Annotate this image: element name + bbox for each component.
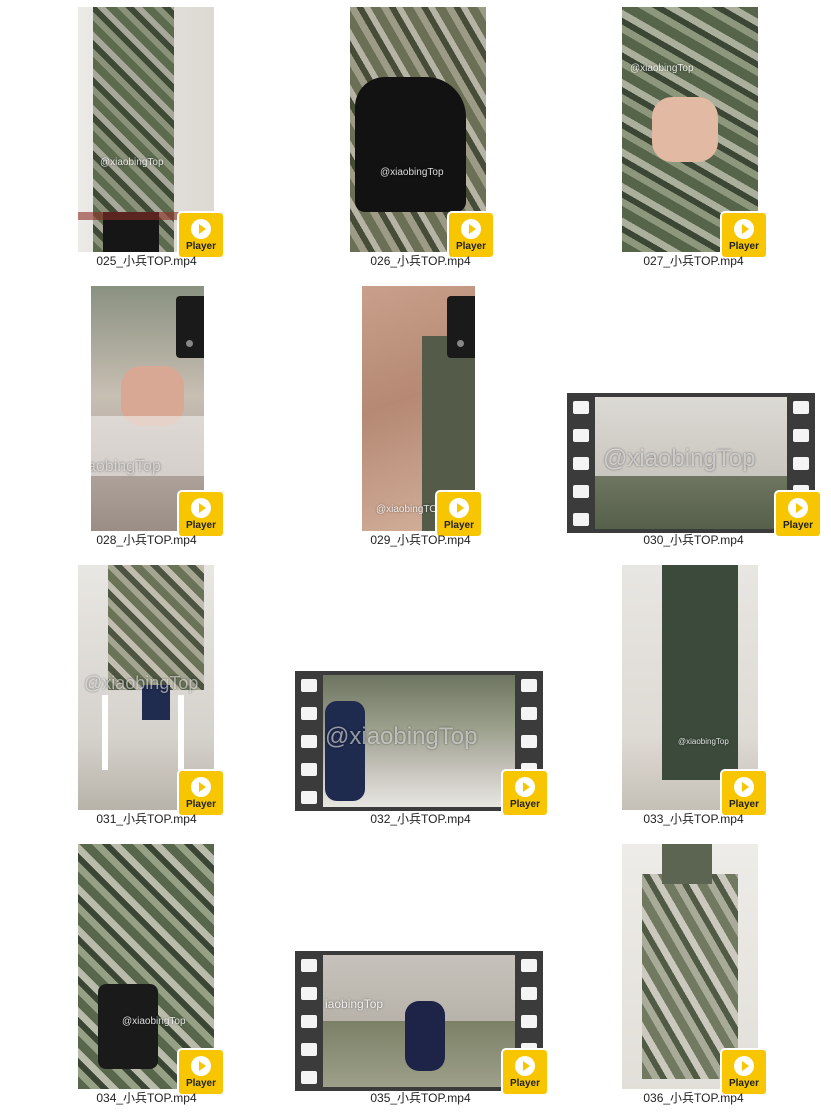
watermark: aobingTop	[91, 458, 161, 475]
file-name[interactable]: 027_小兵TOP.mp4	[556, 252, 831, 269]
watermark: @xiaobingTop	[678, 737, 729, 746]
filmstrip-holes	[567, 393, 595, 533]
file-name[interactable]: 026_小兵TOP.mp4	[283, 252, 558, 269]
player-badge: Player	[179, 213, 223, 257]
play-icon	[191, 1055, 211, 1076]
file-name[interactable]: 034_小兵TOP.mp4	[9, 1089, 284, 1106]
file-tile[interactable]: @xiaobingTop Player 026_小兵TOP.mp4	[283, 0, 558, 279]
play-icon	[461, 218, 481, 239]
file-name[interactable]: 028_小兵TOP.mp4	[9, 531, 284, 548]
file-name[interactable]: 030_小兵TOP.mp4	[556, 531, 831, 548]
file-name[interactable]: 036_小兵TOP.mp4	[556, 1089, 831, 1106]
file-tile[interactable]: @xiaobingTop Player 031_小兵TOP.mp4	[9, 558, 284, 837]
file-tile[interactable]: @xiaobingTop Player 033_小兵TOP.mp4	[556, 558, 831, 837]
file-tile[interactable]: @xiaobingTop Player 030_小兵TOP.mp4	[556, 279, 831, 558]
file-tile[interactable]: @xiaobingTop Player 025_小兵TOP.mp4	[9, 0, 284, 279]
watermark: @xiaobingTop	[84, 673, 199, 693]
player-badge: Player	[179, 771, 223, 815]
player-badge: Player	[503, 1050, 547, 1094]
file-tile[interactable]: @xiaobingTop Player 027_小兵TOP.mp4	[556, 0, 831, 279]
filmstrip-holes	[295, 671, 323, 811]
player-badge: Player	[179, 492, 223, 536]
player-badge: Player	[722, 771, 766, 815]
file-name[interactable]: 031_小兵TOP.mp4	[9, 810, 284, 827]
file-tile[interactable]: @xiaobingTop Player 032_小兵TOP.mp4	[283, 558, 558, 837]
phone-overlay	[447, 296, 475, 358]
play-icon	[734, 776, 754, 797]
play-icon	[515, 1055, 535, 1076]
play-icon	[515, 776, 535, 797]
play-icon	[788, 497, 808, 518]
file-tile[interactable]: @xiaobingTop Player 034_小兵TOP.mp4	[9, 837, 284, 1116]
play-icon	[734, 1055, 754, 1076]
play-icon	[191, 218, 211, 239]
player-badge: Player	[503, 771, 547, 815]
player-badge: Player	[722, 1050, 766, 1094]
watermark: @xiaobingTop	[325, 723, 478, 750]
player-badge: Player	[437, 492, 481, 536]
watermark: @xiaobingTop	[100, 157, 164, 168]
file-tile[interactable]: iaobingTop Player 035_小兵TOP.mp4	[283, 837, 558, 1116]
file-name[interactable]: 032_小兵TOP.mp4	[283, 810, 558, 827]
player-badge: Player	[776, 492, 820, 536]
watermark: @xiaobingTop	[630, 63, 694, 74]
file-tile[interactable]: Player 036_小兵TOP.mp4	[556, 837, 831, 1116]
watermark: @xiaobingTop	[380, 167, 444, 178]
file-name[interactable]: 033_小兵TOP.mp4	[556, 810, 831, 827]
play-icon	[191, 497, 211, 518]
watermark: @xiaobingTOP	[376, 504, 444, 515]
player-badge: Player	[722, 213, 766, 257]
play-icon	[449, 497, 469, 518]
file-name[interactable]: 029_小兵TOP.mp4	[283, 531, 558, 548]
watermark: iaobingTop	[325, 997, 384, 1011]
file-name[interactable]: 025_小兵TOP.mp4	[9, 252, 284, 269]
player-badge: Player	[449, 213, 493, 257]
player-badge: Player	[179, 1050, 223, 1094]
file-tile[interactable]: @xiaobingTOP Player 029_小兵TOP.mp4	[283, 279, 558, 558]
watermark: @xiaobingTop	[603, 445, 756, 472]
play-icon	[191, 776, 211, 797]
file-name[interactable]: 035_小兵TOP.mp4	[283, 1089, 558, 1106]
filmstrip-holes	[295, 951, 323, 1091]
watermark: @xiaobingTop	[122, 1016, 186, 1027]
phone-overlay	[176, 296, 204, 358]
play-icon	[734, 218, 754, 239]
file-tile[interactable]: aobingTop Player 028_小兵TOP.mp4	[9, 279, 284, 558]
